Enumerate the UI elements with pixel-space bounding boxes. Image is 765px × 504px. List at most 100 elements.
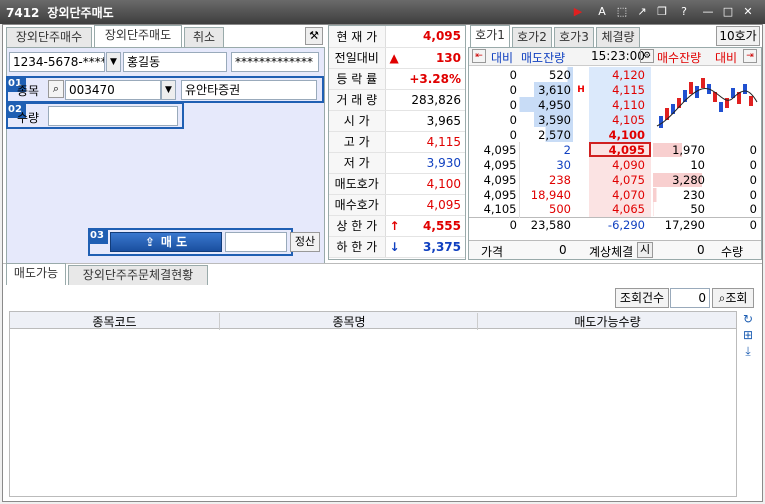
high-mark — [573, 112, 589, 127]
expand-left-icon[interactable]: ⇤ — [472, 49, 486, 63]
query-button[interactable]: ⌕조회 — [712, 288, 754, 308]
link-icon[interactable]: ↗ — [634, 4, 650, 20]
col-stock-code[interactable]: 종목코드 — [10, 313, 220, 330]
hoga-mode-button[interactable]: 10호가 — [716, 26, 760, 46]
calc-row: 가격 0 계상체결 시 0 수량 — [469, 240, 761, 259]
tab-sell[interactable]: 장외단주매도 — [94, 25, 182, 47]
settle-button[interactable]: 정산 — [290, 232, 320, 252]
spacer — [573, 187, 589, 202]
query-count-field[interactable]: 0 — [670, 288, 710, 308]
sell-button[interactable]: ⇪ 매 도 — [110, 232, 222, 252]
quote-label: 저 가 — [329, 152, 386, 174]
hoga-settings-icon[interactable]: ⚙ — [640, 49, 654, 63]
bid-row[interactable]: 4,095 2 4,095 1,970 0 — [469, 142, 761, 157]
quote-value: 4,115 — [385, 131, 465, 153]
tab-volume[interactable]: 체결량 — [596, 27, 640, 47]
quote-value-text: 4,555 — [423, 218, 461, 233]
help-icon[interactable]: ? — [676, 4, 692, 20]
bid-price: 4,070 — [589, 187, 651, 202]
tab-cancel[interactable]: 취소 — [184, 27, 224, 47]
bid-remain: 10 — [653, 157, 705, 172]
ask-remain: 3,610 — [519, 82, 573, 97]
window-icon[interactable]: ❐ — [654, 4, 670, 20]
account-select[interactable]: 1234-5678-***** — [9, 52, 105, 72]
hoga-header-diff: 대비 — [491, 51, 514, 65]
quote-value-text: 4,100 — [426, 176, 461, 191]
quote-value: +3.28% — [385, 68, 465, 90]
chevron-down-icon[interactable]: ▼ — [161, 80, 176, 100]
qty-input[interactable] — [48, 106, 178, 126]
quote-row: 전일대비 ▲ 130 — [329, 47, 465, 69]
search-icon[interactable]: ⌕ — [48, 80, 64, 98]
bid-row[interactable]: 4,095 30 4,090 10 0 — [469, 157, 761, 172]
bid-right: 10 0 — [651, 157, 761, 172]
bid-row[interactable]: 4,105 500 4,065 50 0 — [469, 202, 761, 217]
refresh-icon[interactable]: ↻ — [740, 312, 756, 326]
window-title: 7412 장외단주매도 — [6, 4, 122, 21]
bid-diff: 0 — [749, 172, 757, 187]
play-icon[interactable]: ▶ — [570, 4, 586, 20]
bid-remain: 230 — [653, 187, 705, 202]
quote-row: 고 가 4,115 — [329, 131, 465, 153]
account-name: 홍길동 — [123, 52, 227, 72]
bid-row[interactable]: 4,095 18,940 4,070 230 0 — [469, 187, 761, 202]
chevron-down-icon[interactable]: ▼ — [106, 52, 121, 72]
calc-price-label: 가격 — [481, 245, 504, 259]
add-icon[interactable]: ⊞ — [740, 328, 756, 342]
stock-code-input[interactable]: 003470 — [65, 80, 161, 100]
password-field[interactable]: ************* — [231, 52, 319, 72]
tab-hoga1[interactable]: 호가1 — [470, 25, 510, 47]
ask-remain: 2,570 — [519, 127, 573, 142]
settings-icon[interactable]: ⚒ — [305, 27, 323, 45]
quote-value: ↑ 4,555 — [385, 215, 465, 237]
ask-price: 4,110 — [589, 97, 651, 112]
quote-value: 4,095 — [385, 26, 465, 48]
col-sellable-qty[interactable]: 매도가능수량 — [479, 313, 736, 330]
export-icon[interactable]: ⬚ — [614, 4, 630, 20]
trade-qty: 2 — [563, 142, 571, 157]
spacer — [573, 172, 589, 187]
tab-buy[interactable]: 장외단주매수 — [6, 27, 92, 47]
grid-header: 종목코드 종목명 매도가능수량 — [10, 312, 736, 330]
trade-price: 4,105 — [469, 202, 520, 217]
tab-order-status[interactable]: 장외단주주문체결현황 — [68, 265, 208, 285]
spacer — [573, 157, 589, 172]
expand-right-icon[interactable]: ⇥ — [743, 49, 757, 63]
ask-diff: 0 — [509, 97, 517, 112]
tab-hoga2[interactable]: 호가2 — [512, 27, 552, 47]
quote-value-text: 3,930 — [426, 155, 461, 170]
candle — [689, 82, 693, 94]
spacer — [573, 217, 589, 232]
text-size-icon[interactable]: A — [594, 4, 610, 20]
quote-row: 등 락 률 +3.28% — [329, 68, 465, 90]
screen-name: 장외단주매도 — [47, 6, 114, 20]
quote-value: 3,965 — [385, 110, 465, 132]
bid-diff: 0 — [749, 202, 757, 217]
quote-value-text: 3,375 — [423, 239, 461, 254]
bid-row[interactable]: 4,095 238 4,075 3,280 0 — [469, 172, 761, 187]
sell-amount-field[interactable] — [225, 232, 287, 252]
calc-button[interactable]: 시 — [637, 242, 653, 258]
trade-price: 4,095 — [469, 172, 520, 187]
quote-value-text: 4,115 — [426, 134, 461, 149]
quote-value: ▲ 130 — [385, 47, 465, 69]
query-button-label: 조회 — [725, 291, 748, 305]
hoga-header-ask: 매도잔량 — [521, 51, 566, 65]
col-stock-name[interactable]: 종목명 — [221, 313, 478, 330]
up-triangle-icon: ▲ — [389, 50, 399, 65]
tab-hoga3[interactable]: 호가3 — [554, 27, 594, 47]
scroll-bottom-icon[interactable]: ⤓ — [740, 344, 756, 358]
candle — [749, 96, 753, 106]
quote-row: 매수호가 4,095 — [329, 194, 465, 216]
maximize-icon[interactable]: □ — [720, 4, 736, 20]
tab-sellable[interactable]: 매도가능 — [6, 263, 66, 285]
quote-row: 시 가 3,965 — [329, 110, 465, 132]
total-right: 17,290 0 — [651, 217, 761, 232]
main-frame: 장외단주매수 장외단주매도 취소 ⚒ 1234-5678-***** ▼ 홍길동… — [2, 24, 763, 502]
close-icon[interactable]: ✕ — [740, 4, 756, 20]
bid-price: 4,065 — [589, 202, 651, 217]
quote-value-text: 130 — [435, 50, 461, 65]
candle — [719, 102, 723, 112]
hoga-header-diff2: 대비 — [715, 51, 738, 65]
minimize-icon[interactable]: — — [700, 4, 716, 20]
